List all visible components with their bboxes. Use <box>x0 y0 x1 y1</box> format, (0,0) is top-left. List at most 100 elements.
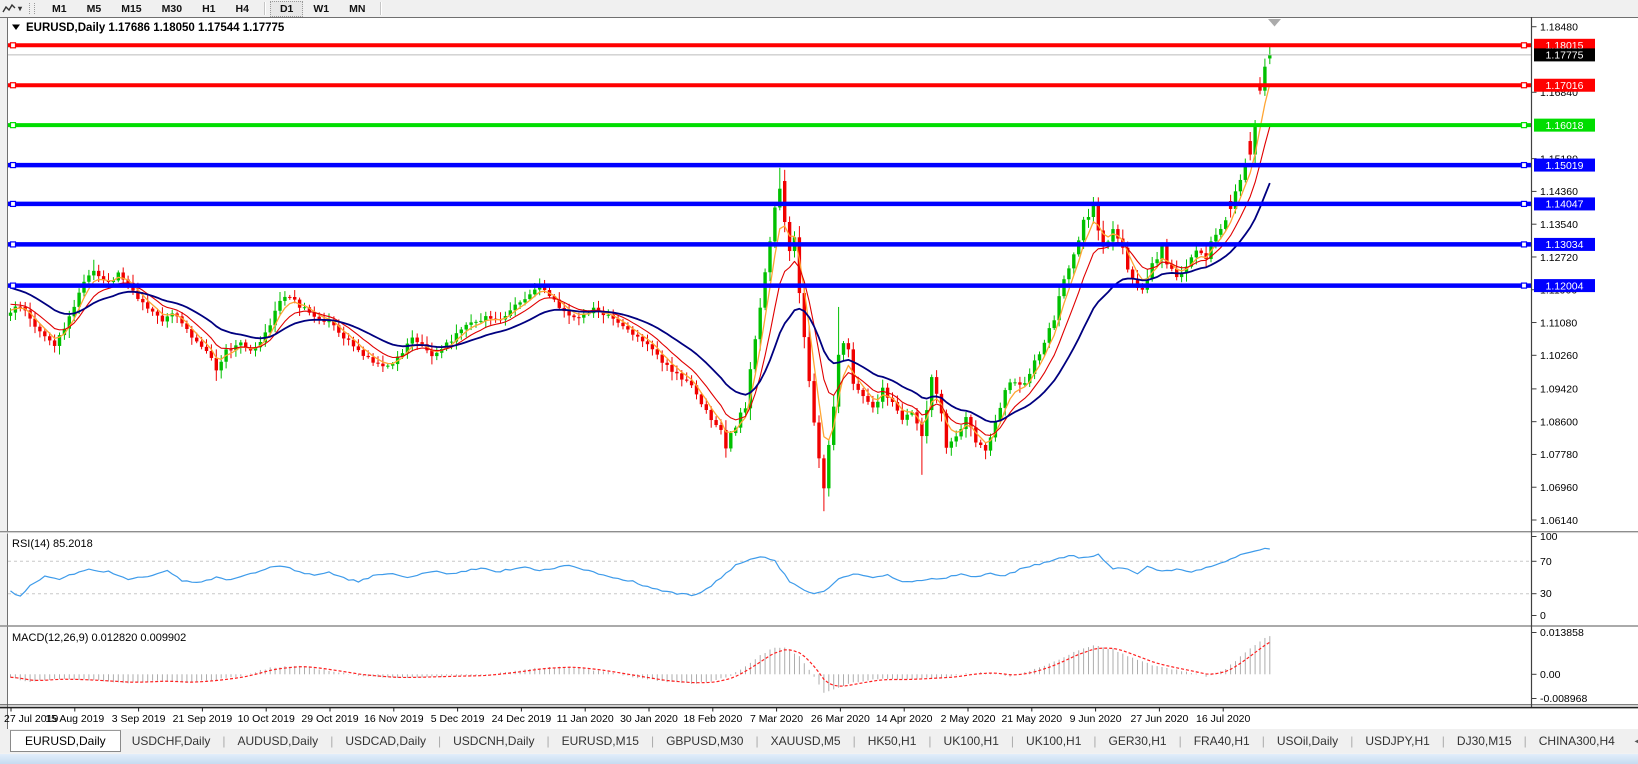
line-handle[interactable] <box>11 123 16 128</box>
line-handle[interactable] <box>11 201 16 206</box>
date-label: 5 Dec 2019 <box>431 713 485 725</box>
timeframe-button-d1[interactable]: D1 <box>270 1 303 17</box>
chart-tab-usdcnh-daily[interactable]: USDCNH,Daily <box>442 731 545 751</box>
candle-body <box>347 338 350 339</box>
date-label: 29 Oct 2019 <box>301 713 358 725</box>
chart-type-button[interactable]: ▾ <box>2 3 25 15</box>
timeframe-button-h4[interactable]: H4 <box>226 1 259 17</box>
chart-tab-fra40-h1[interactable]: FRA40,H1 <box>1183 731 1261 751</box>
candle-body <box>719 425 722 430</box>
candle-body <box>675 372 678 373</box>
candle-body <box>1053 320 1056 328</box>
candle-body <box>200 341 203 346</box>
candle-body <box>156 312 159 316</box>
line-handle[interactable] <box>11 83 16 88</box>
candle-body <box>1200 251 1203 254</box>
timeframe-button-w1[interactable]: W1 <box>303 1 339 17</box>
line-handle[interactable] <box>1522 83 1527 88</box>
timeframe-button-h1[interactable]: H1 <box>192 1 225 17</box>
candle-body <box>195 338 198 342</box>
candle-body <box>1018 382 1021 384</box>
chevron-down-icon[interactable]: ▾ <box>18 4 22 13</box>
candle-body <box>670 365 673 372</box>
candle-body <box>661 355 664 363</box>
date-label: 2 May 2020 <box>941 713 996 725</box>
line-handle[interactable] <box>11 43 16 48</box>
rsi-tick-label: 100 <box>1540 531 1558 543</box>
date-label: 21 May 2020 <box>1001 713 1062 725</box>
candle-body <box>43 331 46 336</box>
line-handle[interactable] <box>11 283 16 288</box>
macd-tick-label: 0.013858 <box>1540 627 1584 639</box>
chart-tab-gbpusd-m30[interactable]: GBPUSD,M30 <box>655 731 754 751</box>
chart-tab-eurusd-daily[interactable]: EURUSD,Daily <box>10 730 121 752</box>
timeframe-button-m15[interactable]: M15 <box>111 1 151 17</box>
candle-body <box>759 308 762 340</box>
candle-body <box>1023 383 1026 385</box>
chart-tab-xauusd-m5[interactable]: XAUUSD,M5 <box>760 731 852 751</box>
date-label: 30 Jan 2020 <box>620 713 678 725</box>
candle-body <box>827 445 830 488</box>
line-handle[interactable] <box>1522 283 1527 288</box>
candle-body <box>935 377 938 394</box>
chart-tab-audusd-daily[interactable]: AUDUSD,Daily <box>227 731 330 751</box>
rsi-label: RSI(14) 85.2018 <box>12 538 93 550</box>
candle-body <box>151 309 154 312</box>
candle-body <box>362 350 365 356</box>
tab-scroll-left-icon[interactable]: ◄ <box>1626 736 1638 746</box>
date-label: 9 Jun 2020 <box>1070 713 1122 725</box>
candle-body <box>906 415 909 420</box>
candle-body <box>1111 229 1114 242</box>
price-tick-label: 1.07780 <box>1540 449 1578 461</box>
chart-tab-usdchf-daily[interactable]: USDCHF,Daily <box>121 731 222 751</box>
chart-tab-uk100-h1[interactable]: UK100,H1 <box>933 731 1010 751</box>
timeframe-button-m5[interactable]: M5 <box>77 1 112 17</box>
candle-body <box>700 394 703 404</box>
chart-tab-usoil-daily[interactable]: USOil,Daily <box>1266 731 1349 751</box>
line-handle[interactable] <box>1522 123 1527 128</box>
chart-tab-bar: EURUSD,DailyUSDCHF,Daily|AUDUSD,Daily|US… <box>0 729 1638 753</box>
chart-tab-uk100-h1[interactable]: UK100,H1 <box>1015 731 1092 751</box>
chart-tab-dj30-m15[interactable]: DJ30,M15 <box>1446 731 1523 751</box>
chart-tab-usdjpy-h1[interactable]: USDJPY,H1 <box>1354 731 1440 751</box>
price-tick-label: 1.13540 <box>1540 219 1578 231</box>
candle-body <box>974 427 977 442</box>
candle-body <box>901 411 904 420</box>
candle-body <box>1067 268 1070 279</box>
current-price-badge-label: 1.17775 <box>1546 50 1584 62</box>
date-label: 14 Apr 2020 <box>876 713 933 725</box>
candle-body <box>1195 251 1198 258</box>
candle-body <box>9 313 12 316</box>
timeframe-button-m1[interactable]: M1 <box>42 1 77 17</box>
candle-body <box>87 275 90 281</box>
line-handle[interactable] <box>1522 163 1527 168</box>
chart-tab-ger30-h1[interactable]: GER30,H1 <box>1098 731 1178 751</box>
date-label: 15 Aug 2019 <box>45 713 104 725</box>
line-handle[interactable] <box>11 242 16 247</box>
chart-tab-china300-h4[interactable]: CHINA300,H4 <box>1528 731 1626 751</box>
line-handle[interactable] <box>1522 201 1527 206</box>
chart-tab-hk50-h1[interactable]: HK50,H1 <box>857 731 928 751</box>
chart-tab-usdcad-daily[interactable]: USDCAD,Daily <box>334 731 437 751</box>
timeframe-button-m30[interactable]: M30 <box>152 1 192 17</box>
candle-body <box>474 322 477 323</box>
macd-label: MACD(12,26,9) 0.012820 0.009902 <box>12 632 186 644</box>
price-tick-label: 1.06140 <box>1540 515 1578 527</box>
toolbar-separator <box>380 2 381 15</box>
toolbar-grip-handle[interactable] <box>29 3 35 14</box>
chart-tab-eurusd-m15[interactable]: EURUSD,M15 <box>551 731 650 751</box>
candle-body <box>288 297 291 298</box>
candle-body <box>386 366 389 367</box>
timeframe-button-mn[interactable]: MN <box>339 1 375 17</box>
price-level-badge-label: 1.12004 <box>1546 280 1584 292</box>
line-handle[interactable] <box>1522 43 1527 48</box>
candle-body <box>283 297 286 301</box>
candle-body <box>533 290 536 295</box>
candle-body <box>631 330 634 335</box>
candle-body <box>1013 382 1016 383</box>
candle-body <box>303 307 306 308</box>
candle-body <box>685 380 688 381</box>
line-handle[interactable] <box>1522 242 1527 247</box>
line-handle[interactable] <box>11 163 16 168</box>
candle-body <box>871 402 874 408</box>
